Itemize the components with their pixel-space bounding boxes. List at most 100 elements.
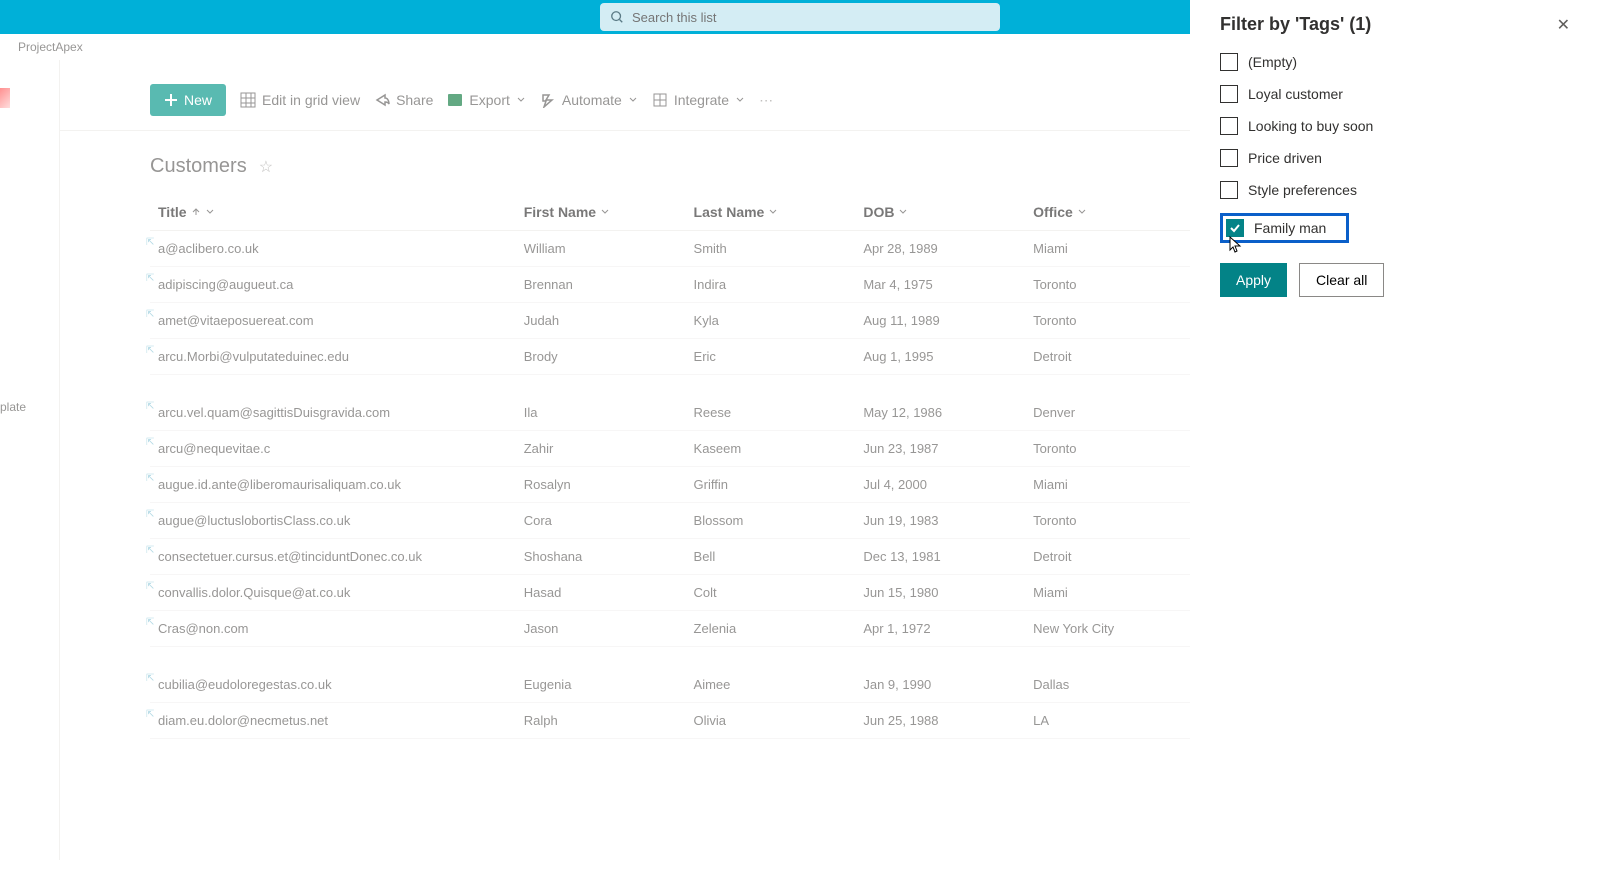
share-icon xyxy=(374,92,390,108)
apply-button[interactable]: Apply xyxy=(1220,263,1287,297)
filter-option[interactable]: Style preferences xyxy=(1220,181,1570,199)
filter-option[interactable]: (Empty) xyxy=(1220,53,1570,71)
filter-option-label: Looking to buy soon xyxy=(1248,118,1373,134)
cell-dob: Mar 4, 1975 xyxy=(855,267,1025,303)
cell-first: Brody xyxy=(516,339,686,375)
cell-title: ⇱cubilia@eudoloregestas.co.uk xyxy=(150,667,516,703)
search-icon xyxy=(610,10,624,24)
cell-title: ⇱amet@vitaeposuereat.com xyxy=(150,303,516,339)
cell-first: Ila xyxy=(516,395,686,431)
cell-dob: Apr 28, 1989 xyxy=(855,231,1025,267)
cell-title: ⇱diam.eu.dolor@necmetus.net xyxy=(150,703,516,739)
cell-office: Miami xyxy=(1025,467,1195,503)
col-last-name[interactable]: Last Name xyxy=(686,194,856,231)
new-button-label: New xyxy=(184,92,212,108)
cell-title: ⇱convallis.dolor.Quisque@at.co.uk xyxy=(150,575,516,611)
checkbox-checked[interactable] xyxy=(1226,219,1244,237)
integrate-button[interactable]: Integrate xyxy=(652,92,745,108)
cell-office: Toronto xyxy=(1025,503,1195,539)
filter-option-label: (Empty) xyxy=(1248,54,1297,70)
more-button[interactable]: ⋯ xyxy=(759,92,773,109)
search-input[interactable] xyxy=(632,10,990,25)
share-indicator-icon: ⇱ xyxy=(146,401,154,412)
share-label: Share xyxy=(396,92,433,108)
left-nav: mplate t xyxy=(0,60,60,860)
share-button[interactable]: Share xyxy=(374,92,433,108)
check-icon xyxy=(1229,222,1241,234)
filter-option[interactable]: Loyal customer xyxy=(1220,85,1570,103)
list-title: Customers xyxy=(150,155,247,178)
cell-office: LA xyxy=(1025,703,1195,739)
export-label: Export xyxy=(469,92,509,108)
cell-last: Indira xyxy=(686,267,856,303)
cell-first: Shoshana xyxy=(516,539,686,575)
cell-last: Zelenia xyxy=(686,611,856,647)
cell-title: ⇱Cras@non.com xyxy=(150,611,516,647)
col-office[interactable]: Office xyxy=(1025,194,1195,231)
cell-dob: Aug 11, 1989 xyxy=(855,303,1025,339)
filter-option[interactable]: Looking to buy soon xyxy=(1220,117,1570,135)
checkbox[interactable] xyxy=(1220,53,1238,71)
cell-last: Griffin xyxy=(686,467,856,503)
search-box[interactable] xyxy=(600,3,1000,31)
filter-title: Filter by 'Tags' (1) xyxy=(1220,14,1371,35)
cell-dob: Apr 1, 1972 xyxy=(855,611,1025,647)
cursor-icon xyxy=(1229,236,1243,254)
cell-first: William xyxy=(516,231,686,267)
cell-dob: May 12, 1986 xyxy=(855,395,1025,431)
close-button[interactable]: ✕ xyxy=(1557,15,1570,35)
chevron-down-icon xyxy=(600,207,610,217)
excel-icon xyxy=(447,92,463,108)
chevron-down-icon xyxy=(735,95,745,105)
cell-title: ⇱consectetuer.cursus.et@tinciduntDonec.c… xyxy=(150,539,516,575)
favorite-star-icon[interactable]: ☆ xyxy=(259,157,273,177)
checkbox[interactable] xyxy=(1220,85,1238,103)
clear-all-button[interactable]: Clear all xyxy=(1299,263,1384,297)
checkbox[interactable] xyxy=(1220,149,1238,167)
share-indicator-icon: ⇱ xyxy=(146,709,154,720)
cell-office: Miami xyxy=(1025,231,1195,267)
filter-option-highlighted[interactable]: Family man xyxy=(1220,213,1349,243)
filter-option-label: Loyal customer xyxy=(1248,86,1343,102)
export-button[interactable]: Export xyxy=(447,92,525,108)
filter-option-label: Style preferences xyxy=(1248,182,1357,198)
col-dob[interactable]: DOB xyxy=(855,194,1025,231)
col-first-name[interactable]: First Name xyxy=(516,194,686,231)
checkbox[interactable] xyxy=(1220,181,1238,199)
chevron-down-icon xyxy=(628,95,638,105)
cell-dob: Jan 9, 1990 xyxy=(855,667,1025,703)
nav-item-template[interactable]: mplate xyxy=(0,400,26,414)
cell-dob: Jun 15, 1980 xyxy=(855,575,1025,611)
chevron-down-icon xyxy=(898,207,908,217)
cell-office: Dallas xyxy=(1025,667,1195,703)
cell-last: Olivia xyxy=(686,703,856,739)
cell-dob: Jun 19, 1983 xyxy=(855,503,1025,539)
cell-first: Zahir xyxy=(516,431,686,467)
chevron-down-icon xyxy=(205,207,215,217)
checkbox[interactable] xyxy=(1220,117,1238,135)
col-title[interactable]: Title xyxy=(150,194,516,231)
cell-office: Toronto xyxy=(1025,431,1195,467)
plus-icon xyxy=(164,93,178,107)
cell-last: Blossom xyxy=(686,503,856,539)
new-button[interactable]: New xyxy=(150,84,226,116)
cell-last: Kaseem xyxy=(686,431,856,467)
cell-title: ⇱adipiscing@augueut.ca xyxy=(150,267,516,303)
cell-last: Eric xyxy=(686,339,856,375)
chevron-down-icon xyxy=(1077,207,1087,217)
cell-office: Denver xyxy=(1025,395,1195,431)
automate-button[interactable]: Automate xyxy=(540,92,638,108)
grid-icon xyxy=(240,92,256,108)
cell-office: Miami xyxy=(1025,575,1195,611)
cell-last: Colt xyxy=(686,575,856,611)
chevron-down-icon xyxy=(768,207,778,217)
edit-grid-button[interactable]: Edit in grid view xyxy=(240,92,360,108)
cell-last: Bell xyxy=(686,539,856,575)
sort-up-icon xyxy=(191,207,201,217)
share-indicator-icon: ⇱ xyxy=(146,273,154,284)
cell-last: Reese xyxy=(686,395,856,431)
cell-title: ⇱a@aclibero.co.uk xyxy=(150,231,516,267)
filter-option[interactable]: Price driven xyxy=(1220,149,1570,167)
edit-grid-label: Edit in grid view xyxy=(262,92,360,108)
cell-dob: Dec 13, 1981 xyxy=(855,539,1025,575)
